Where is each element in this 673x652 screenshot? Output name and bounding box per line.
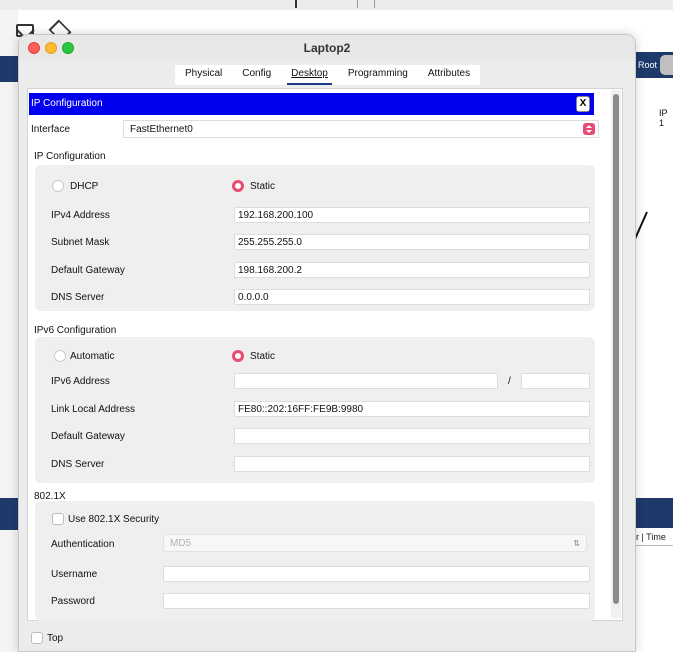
ipv4-section-title: IP Configuration bbox=[34, 151, 106, 162]
use-8021x-checkbox[interactable] bbox=[52, 513, 64, 525]
background-toolbar bbox=[0, 0, 673, 10]
background-left-bar bbox=[0, 56, 18, 82]
background-root-bar: Root bbox=[636, 52, 673, 78]
tab-label: Desktop bbox=[291, 68, 328, 79]
ipv6-prefix-field[interactable] bbox=[521, 373, 590, 389]
scrollbar-thumb[interactable] bbox=[613, 94, 619, 604]
automatic-label: Automatic bbox=[70, 351, 115, 362]
interface-value: FastEthernet0 bbox=[130, 124, 193, 135]
background-right-panel bbox=[636, 10, 673, 652]
tab-label: Config bbox=[242, 68, 272, 79]
top-checkbox[interactable] bbox=[31, 632, 43, 644]
tab-label: Programming bbox=[347, 68, 408, 79]
background-time-column: r | Time bbox=[636, 530, 673, 546]
ipv4-address-label: IPv4 Address bbox=[51, 210, 110, 221]
ipv4-static-radio[interactable] bbox=[232, 180, 244, 192]
use-8021x-label: Use 802.1X Security bbox=[68, 514, 160, 525]
default-gateway-label: Default Gateway bbox=[51, 265, 125, 276]
automatic-radio[interactable] bbox=[54, 350, 66, 362]
chevron-updown-icon: ⇅ bbox=[573, 539, 580, 548]
tab-desktop[interactable]: Desktop bbox=[281, 65, 338, 85]
background-toolbar-mark bbox=[295, 0, 297, 8]
tab-config[interactable]: Config bbox=[232, 65, 281, 85]
link-local-address-label: Link Local Address bbox=[51, 404, 135, 415]
authentication-label: Authentication bbox=[51, 539, 115, 550]
window-titlebar[interactable]: Laptop2 bbox=[19, 35, 635, 61]
subnet-mask-field[interactable]: 255.255.255.0 bbox=[234, 234, 590, 250]
username-field[interactable] bbox=[163, 566, 590, 582]
laptop-window: Laptop2 Physical Config Desktop Programm… bbox=[18, 34, 636, 652]
background-ip-label: IP 1 bbox=[659, 108, 668, 128]
password-field[interactable] bbox=[163, 593, 590, 609]
top-label: Top bbox=[47, 633, 64, 644]
dhcp-label: DHCP bbox=[70, 181, 99, 192]
ipv6-static-label: Static bbox=[250, 351, 276, 362]
dhcp-radio[interactable] bbox=[52, 180, 64, 192]
interface-row: Interface FastEthernet0 bbox=[29, 118, 599, 140]
window-title: Laptop2 bbox=[303, 41, 351, 55]
tab-bar: Physical Config Desktop Programming Attr… bbox=[175, 65, 481, 85]
dns-server-field[interactable]: 0.0.0.0 bbox=[234, 289, 590, 305]
background-left-bar bbox=[0, 498, 18, 530]
select-arrows-icon bbox=[583, 123, 595, 135]
close-ip-config-button[interactable]: X bbox=[576, 96, 590, 112]
tab-label: Physical bbox=[185, 68, 223, 79]
subnet-mask-label: Subnet Mask bbox=[51, 237, 110, 248]
ipv6-section-title: IPv6 Configuration bbox=[34, 325, 117, 336]
authentication-select[interactable]: MD5 ⇅ bbox=[163, 534, 587, 552]
ip-config-header: IP Configuration X bbox=[29, 93, 594, 115]
tab-programming[interactable]: Programming bbox=[338, 65, 418, 85]
tab-label: Attributes bbox=[427, 68, 471, 79]
vertical-scrollbar[interactable] bbox=[611, 90, 621, 618]
dns-server-label: DNS Server bbox=[51, 292, 105, 303]
username-label: Username bbox=[51, 569, 98, 580]
ip-config-header-title: IP Configuration bbox=[31, 98, 103, 109]
ipv6-address-label: IPv6 Address bbox=[51, 376, 110, 387]
navigation-button[interactable] bbox=[660, 55, 673, 75]
background-right-bar bbox=[636, 498, 673, 528]
prefix-separator: / bbox=[508, 376, 511, 387]
ipv6-static-radio[interactable] bbox=[232, 350, 244, 362]
ipv6-address-field[interactable] bbox=[234, 373, 498, 389]
interface-label: Interface bbox=[31, 124, 70, 135]
ipv6-dns-server-field[interactable] bbox=[234, 456, 590, 472]
interface-select[interactable]: FastEthernet0 bbox=[123, 120, 599, 138]
ipv4-static-label: Static bbox=[250, 181, 276, 192]
default-gateway-field[interactable]: 198.168.200.2 bbox=[234, 262, 590, 278]
ipv6-default-gateway-label: Default Gateway bbox=[51, 431, 125, 442]
ipv4-address-field[interactable]: 192.168.200.100 bbox=[234, 207, 590, 223]
tab-attributes[interactable]: Attributes bbox=[418, 65, 480, 85]
window-bottom-bar: Top bbox=[19, 623, 635, 651]
password-label: Password bbox=[51, 596, 95, 607]
authentication-value: MD5 bbox=[170, 538, 192, 549]
tab-physical[interactable]: Physical bbox=[175, 65, 232, 85]
ipv6-dns-server-label: DNS Server bbox=[51, 459, 105, 470]
background-toolbar-mark bbox=[357, 0, 375, 8]
link-local-address-field[interactable]: FE80::202:16FF:FE9B:9980 bbox=[234, 401, 590, 417]
root-label: Root bbox=[638, 60, 658, 70]
ipv6-default-gateway-field[interactable] bbox=[234, 428, 590, 444]
background-left-panel bbox=[0, 10, 18, 652]
